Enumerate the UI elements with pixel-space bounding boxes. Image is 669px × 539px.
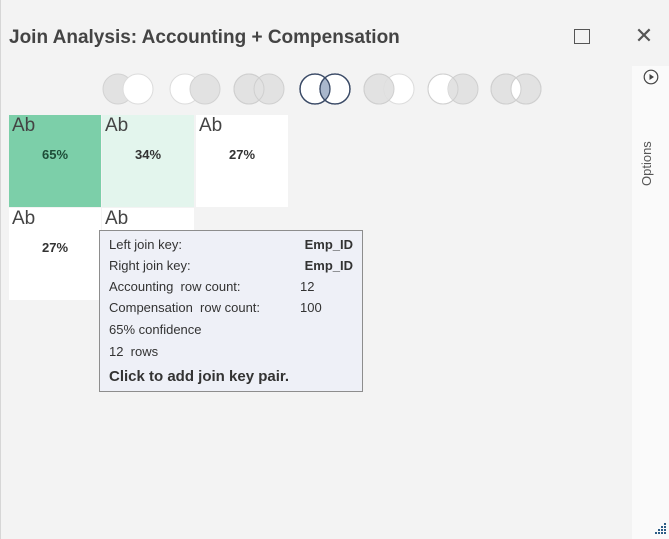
field-type-icon: Ab: [12, 115, 36, 136]
join-analysis-window: Join Analysis: Accounting + Compensation…: [0, 0, 669, 539]
tile-confidence: 27%: [41, 240, 69, 255]
tile-confidence: 34%: [134, 147, 162, 162]
tile-confidence: 65%: [41, 147, 69, 162]
join-tile[interactable]: Ab 65%: [9, 115, 101, 207]
venn-right-outer-icon[interactable]: [425, 72, 481, 106]
options-tab[interactable]: Options: [639, 141, 654, 186]
right-count-label: Compensation row count:: [109, 300, 261, 315]
left-count-value: 12: [300, 279, 315, 294]
add-join-key-hint: Click to add join key pair.: [109, 368, 290, 385]
field-type-icon: Ab: [105, 115, 129, 136]
venn-left-exclusive-icon[interactable]: [100, 72, 156, 106]
play-circle-icon[interactable]: [643, 69, 659, 85]
right-key-label: Right join key:: [109, 258, 191, 273]
join-tooltip: Left join key: Emp_ID Right join key: Em…: [99, 230, 363, 392]
join-tile[interactable]: Ab 27%: [196, 115, 288, 207]
right-count-value: 100: [300, 300, 322, 315]
venn-left-outer-icon[interactable]: [361, 72, 417, 106]
field-type-icon: Ab: [199, 115, 223, 136]
left-key-value: Emp_ID: [304, 237, 353, 252]
venn-right-exclusive-icon[interactable]: [167, 72, 223, 106]
venn-inner-icon[interactable]: [297, 72, 353, 106]
rows-text: 12 rows: [109, 344, 159, 359]
resize-grip-icon[interactable]: [655, 522, 667, 534]
window-title: Join Analysis: Accounting + Compensation: [9, 27, 400, 48]
close-icon[interactable]: ✕: [632, 22, 656, 50]
right-key-value: Emp_ID: [304, 258, 353, 273]
left-count-label: Accounting row count:: [109, 279, 241, 294]
left-key-label: Left join key:: [109, 237, 182, 252]
options-panel: Options: [632, 66, 669, 539]
join-tile[interactable]: Ab 34%: [102, 115, 194, 207]
venn-full-exclusive-icon[interactable]: [488, 72, 544, 106]
field-type-icon: Ab: [105, 208, 129, 229]
maximize-button[interactable]: [574, 29, 590, 44]
join-tile[interactable]: Ab 27%: [9, 208, 101, 300]
confidence-text: 65% confidence: [109, 322, 202, 337]
tile-confidence: 27%: [228, 147, 256, 162]
venn-full-outer-icon[interactable]: [231, 72, 287, 106]
field-type-icon: Ab: [12, 208, 36, 229]
